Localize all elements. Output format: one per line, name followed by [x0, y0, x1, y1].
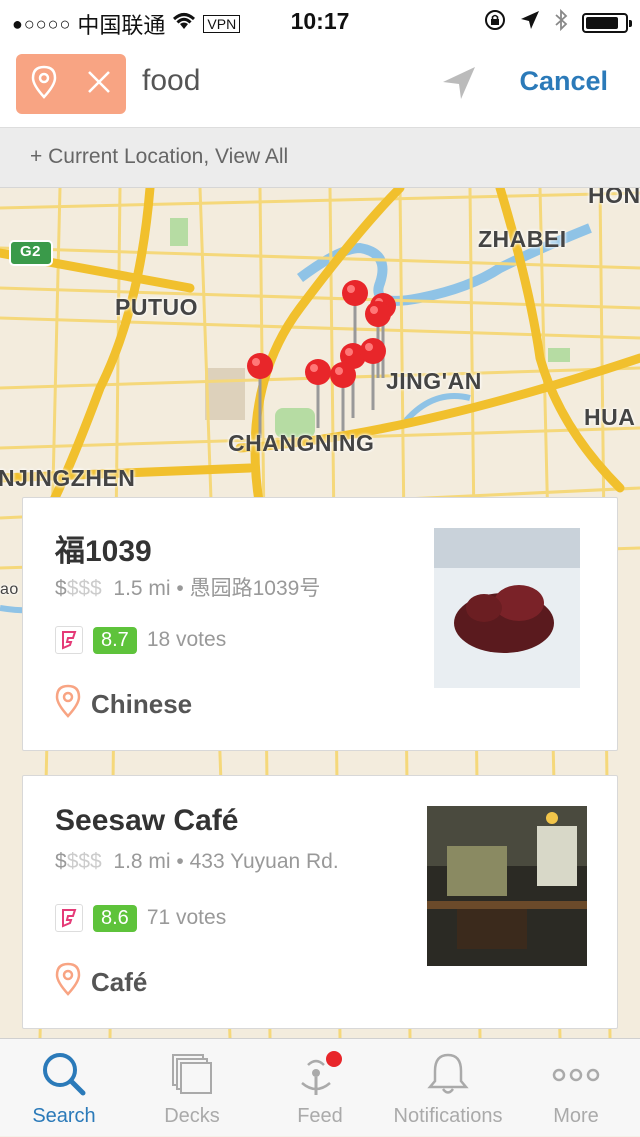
venue-meta: $$$$ 1.8 mi • 433 Yuyuan Rd. — [55, 850, 339, 873]
category-row: Chinese — [55, 684, 192, 725]
more-icon — [512, 1051, 640, 1101]
tab-label: More — [553, 1105, 599, 1127]
tab-label: Decks — [164, 1105, 220, 1127]
map-label-edge: ao — [0, 581, 19, 598]
search-bar: food Cancel — [0, 40, 640, 128]
map-pin[interactable] — [247, 353, 273, 438]
venue-address: 433 Yuyuan Rd. — [189, 850, 339, 873]
foursquare-icon — [55, 626, 83, 654]
clear-location-icon[interactable] — [86, 69, 112, 100]
result-card[interactable]: 福1039 $$$$ 1.5 mi • 愚园路1039号 8.7 18 vote… — [22, 497, 618, 751]
tab-more[interactable]: More — [512, 1039, 640, 1137]
battery-level — [586, 17, 618, 29]
current-location-icon[interactable] — [442, 66, 476, 105]
venue-category: Café — [91, 967, 148, 997]
tab-notifications[interactable]: Notifications — [384, 1039, 512, 1137]
tab-label: Feed — [297, 1105, 343, 1127]
tab-feed[interactable]: Feed — [256, 1039, 384, 1137]
map-label-huangpu: HUA — [584, 404, 636, 430]
map-label-hongqiao: NJINGZHEN — [0, 465, 136, 491]
location-pin-icon — [55, 962, 81, 1003]
rating-row: 8.7 18 votes — [55, 626, 226, 654]
location-filter-chip[interactable] — [16, 54, 126, 114]
venue-photo[interactable] — [434, 528, 580, 693]
rotation-lock-icon — [484, 9, 506, 37]
venue-photo[interactable] — [427, 806, 587, 971]
cancel-button[interactable]: Cancel — [519, 66, 608, 97]
tab-search[interactable]: Search — [0, 1039, 128, 1137]
map-label-zhabei: ZHABEI — [478, 226, 567, 252]
location-pin-icon — [55, 684, 81, 725]
search-input[interactable]: food — [142, 64, 200, 98]
feed-icon — [256, 1051, 384, 1101]
rating-score: 8.6 — [93, 904, 137, 932]
tab-label: Notifications — [393, 1105, 503, 1127]
map-pin[interactable] — [342, 280, 368, 348]
category-row: Café — [55, 962, 147, 1003]
map-label-changning: CHANGNING — [228, 430, 375, 456]
rating-score: 8.7 — [93, 626, 137, 654]
map-label-hongkou: HON — [588, 188, 640, 208]
decks-icon — [128, 1051, 256, 1101]
map-label-putuo: PUTUO — [115, 294, 198, 320]
venue-name[interactable]: 福1039 — [55, 526, 152, 570]
price-tier-active: $ — [55, 850, 67, 873]
map-label-highway: G2 — [20, 243, 42, 260]
tab-label: Search — [32, 1105, 96, 1127]
venue-name[interactable]: Seesaw Café — [55, 804, 238, 838]
price-tier-inactive: $$$ — [66, 577, 102, 600]
bluetooth-icon — [554, 8, 568, 38]
venue-distance: 1.5 mi — [113, 577, 171, 600]
tab-bar: Search Decks Feed Notifications More — [0, 1038, 640, 1136]
price-tier-active: $ — [55, 577, 67, 600]
battery-icon — [582, 13, 632, 33]
price-tier-inactive: $$$ — [66, 850, 102, 873]
location-arrow-icon — [520, 10, 540, 36]
search-icon — [0, 1051, 128, 1101]
result-card[interactable]: Seesaw Café $$$$ 1.8 mi • 433 Yuyuan Rd.… — [22, 775, 618, 1029]
venue-address: 愚园路1039号 — [189, 577, 321, 600]
location-pin-icon — [31, 65, 57, 104]
bell-icon — [384, 1051, 512, 1101]
foursquare-icon — [55, 904, 83, 932]
rating-row: 8.6 71 votes — [55, 904, 226, 932]
tab-decks[interactable]: Decks — [128, 1039, 256, 1137]
status-bar: ●○○○○ 中国联通 VPN 10:17 — [0, 0, 640, 40]
vote-count: 71 votes — [146, 906, 227, 929]
venue-distance: 1.8 mi — [113, 850, 171, 873]
status-right — [484, 8, 632, 38]
venue-category: Chinese — [91, 689, 193, 719]
map-pins — [247, 280, 396, 438]
map-label-jingan: JING'AN — [386, 368, 482, 394]
view-all-row[interactable]: + Current Location, View All — [0, 128, 640, 188]
vote-count: 18 votes — [146, 628, 227, 651]
venue-meta: $$$$ 1.5 mi • 愚园路1039号 — [55, 577, 321, 600]
